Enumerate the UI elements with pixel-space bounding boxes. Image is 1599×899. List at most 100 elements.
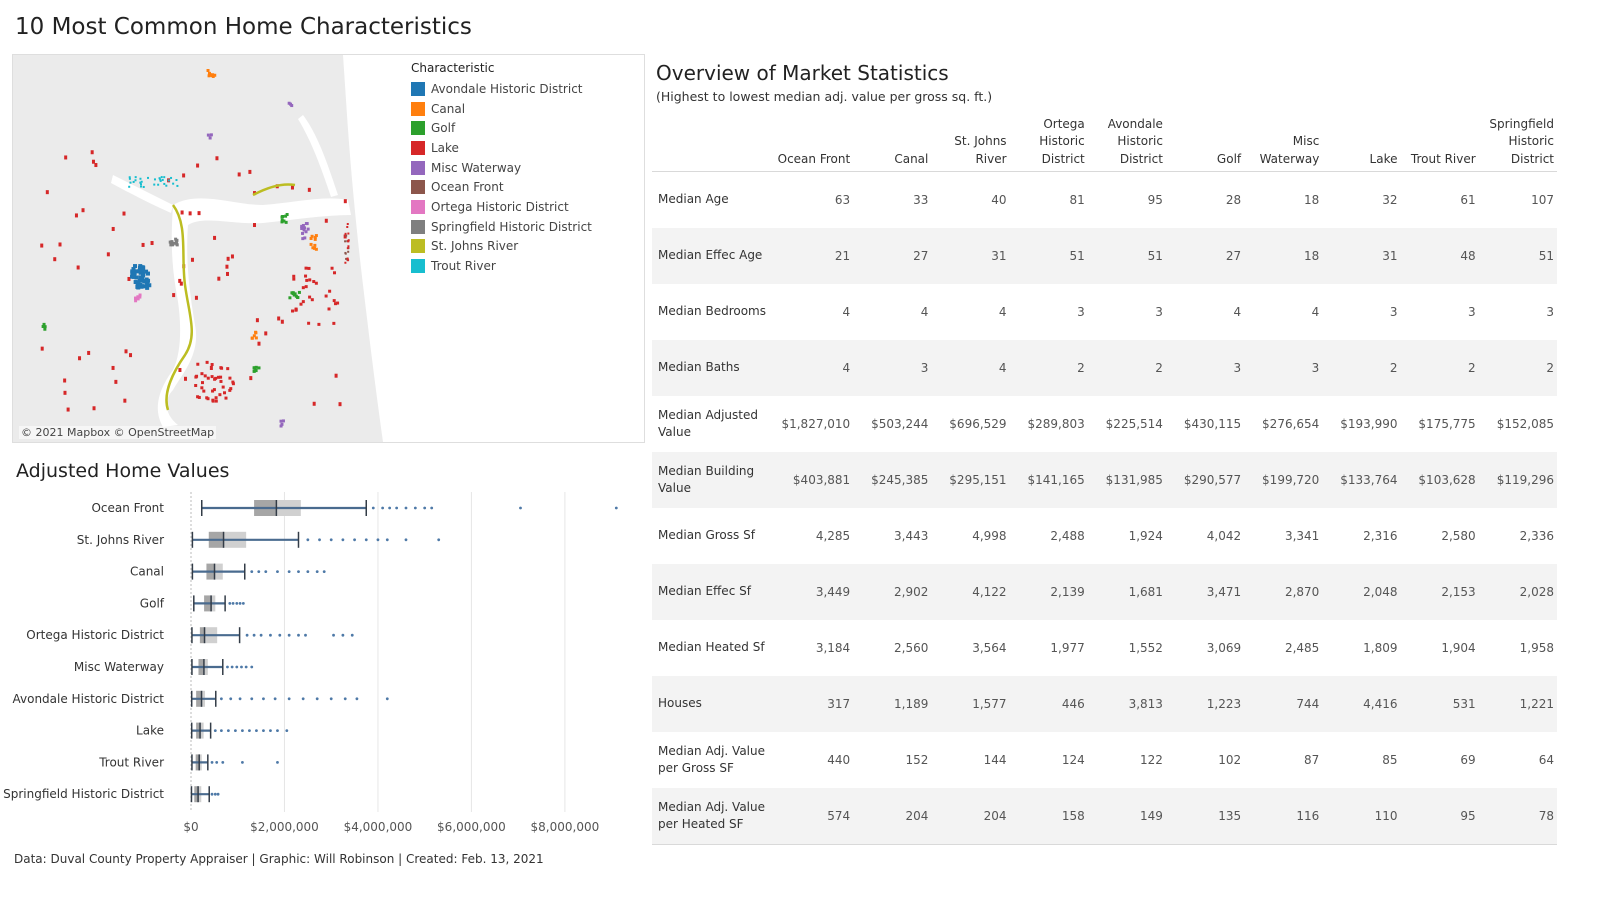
column-header[interactable]: Trout River [1401,112,1479,172]
table-row: Median Adj. Value per Heated SF 574 204 204… [652,788,1557,845]
map-marker [299,302,303,306]
map-marker [304,274,308,278]
table-cell: 87 [1304,753,1320,767]
map-marker [255,318,259,323]
map-marker [324,218,328,223]
map-marker [302,228,306,232]
column-header[interactable]: Golf [1166,112,1244,172]
outlier-point [248,729,251,732]
map-marker [257,341,261,346]
legend-item[interactable]: Canal [411,99,592,119]
map-marker [63,390,67,395]
outlier-point [219,697,223,701]
table-title: Overview of Market Statistics [656,61,949,85]
outlier-point [219,729,223,732]
map-marker [306,227,310,231]
table-cell: 2,139 [1009,564,1088,620]
map-marker [123,398,127,403]
legend-item[interactable]: Golf [411,118,592,138]
legend-item[interactable]: St. Johns River [411,237,592,257]
row-label: Median Baths [652,340,775,396]
table-row: Median Building Value $403,881 $245,385 $29… [652,452,1557,508]
outlier-point [341,633,345,637]
map-marker [250,336,254,340]
legend-item[interactable]: Lake [411,138,592,158]
outlier-point [241,729,244,732]
table-row: Median Adj. Value per Gross SF 440 152 144 1… [652,732,1557,788]
map-marker [312,246,316,250]
outlier-point [315,570,319,573]
table-cell: 2,485 [1284,641,1320,655]
outlier-point [306,570,310,573]
outlier-point [329,697,333,701]
outlier-point [276,729,279,732]
column-header[interactable]: Lake [1322,112,1400,172]
map-marker [139,177,142,180]
map-marker [91,159,95,164]
table-cell: 31 [931,228,1010,284]
map-marker [214,399,218,403]
map-marker [300,224,304,228]
legend-item[interactable]: Springfield Historic District [411,217,592,237]
map-marker [78,356,82,361]
map-marker [90,150,94,155]
map-marker [175,179,178,182]
table-cell: 144 [983,753,1007,767]
outlier-point [385,538,389,542]
table-cell: 149 [1087,788,1166,845]
outlier-point [343,697,347,701]
column-header[interactable]: Springfield Historic District [1479,112,1557,172]
table-cell: 1,223 [1165,676,1245,732]
map-marker [209,365,213,370]
map-marker [196,163,200,168]
map-marker [190,257,194,262]
table-cell: 317 [775,676,854,732]
map-marker [182,173,186,178]
map-marker [205,396,209,400]
table-cell: 2 [1009,340,1088,396]
table-cell: 204 [853,788,932,845]
map-marker [144,279,149,284]
table-cell: 4 [775,340,854,396]
table-cell: 18 [1244,171,1323,228]
map-marker [58,242,62,247]
column-header[interactable]: St. Johns River [931,112,1009,172]
map-marker [87,350,91,355]
table-cell: 3,341 [1284,529,1320,543]
column-header[interactable]: Ortega Historic District [1010,112,1088,172]
legend-label: Misc Waterway [431,160,522,175]
table-cell: 4 [920,305,929,319]
column-header[interactable]: Ocean Front [775,112,853,172]
table-cell: 116 [1244,788,1323,845]
map-marker [215,156,219,161]
map-marker [212,388,216,392]
characteristic-map[interactable]: Characteristic Avondale Historic Distric… [12,54,645,443]
column-header[interactable]: Avondale Historic District [1088,112,1166,172]
legend-item[interactable]: Ocean Front [411,177,592,197]
outlier-point [341,538,345,542]
map-credit[interactable]: © 2021 Mapbox © OpenStreetMap [19,426,217,439]
column-header[interactable]: Canal [853,112,931,172]
table-cell: 31 [1322,228,1401,284]
map-marker [134,176,137,179]
legend-item[interactable]: Avondale Historic District [411,79,592,99]
legend-item[interactable]: Trout River [411,256,592,276]
legend-item[interactable]: Ortega Historic District [411,197,592,217]
map-marker [277,316,281,321]
column-header[interactable]: Misc Waterway [1244,112,1322,172]
map-marker [297,290,301,294]
outlier-point [255,729,258,732]
map-marker [312,401,316,406]
outlier-point [262,729,265,732]
table-row: Median Gross Sf 4,285 3,443 4,998 2,488 1,924… [652,508,1557,564]
map-marker [347,240,350,243]
boxplot-chart[interactable]: $0 $2,000,000 $4,000,000 $6,000,000 $8,000,0… [0,490,645,845]
footer-credits: Data: Duval County Property Appraiser | … [14,852,544,866]
outlier-point [213,792,217,796]
outlier-point [304,633,307,637]
map-marker [294,307,298,311]
legend-item[interactable]: Misc Waterway [411,158,592,178]
map-marker [76,265,80,270]
map-marker [328,289,332,293]
map-marker [347,250,350,253]
